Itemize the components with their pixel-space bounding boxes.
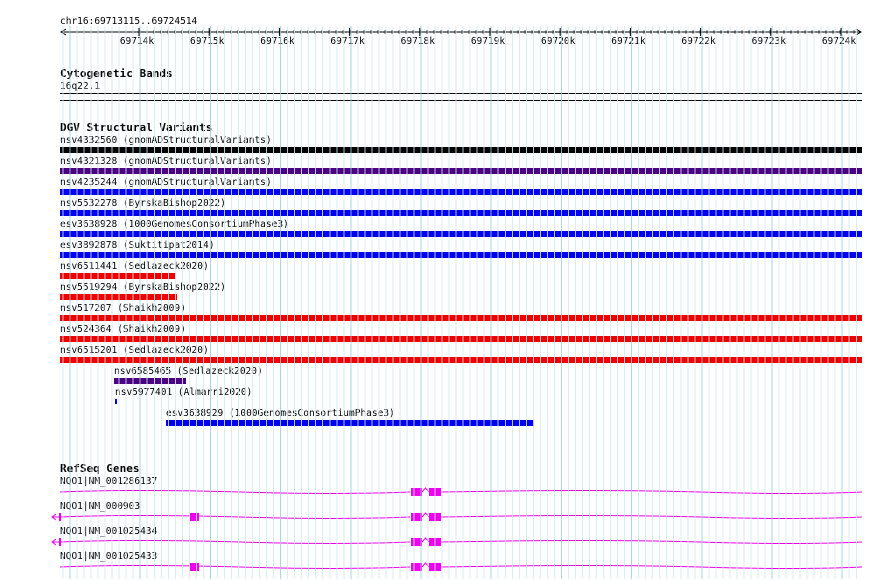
variant-feature[interactable]: [60, 168, 862, 174]
variant-feature[interactable]: [115, 399, 117, 404]
ruler-tick-label: 69722k: [681, 36, 716, 47]
variant-label: nsv4321328 (gnomADStructuralVariants): [60, 156, 272, 167]
dgv-track-title: DGV Structural Variants: [60, 121, 213, 134]
variant-label: nsv4332560 (gnomADStructuralVariants): [60, 135, 272, 146]
variant-feature[interactable]: [60, 252, 862, 258]
genome-browser: chr16:69713115..69724514 69714k 69715k 697…: [0, 0, 890, 579]
variant-feature[interactable]: [114, 378, 186, 384]
variant-label: nsv5519294 (ByrskaBishop2022): [60, 282, 226, 293]
gene-feature[interactable]: [59, 487, 863, 496]
variant-label: nsv517207 (Shaikh2009): [60, 303, 186, 314]
cytoband-label: 16q22.1: [60, 81, 101, 92]
variant-feature[interactable]: [60, 273, 175, 279]
gene-feature[interactable]: [51, 512, 863, 521]
variant-label: nsv5977401 (Almarri2020): [115, 387, 253, 398]
variant-feature[interactable]: [60, 210, 862, 216]
variant-label: nsv6585465 (Sedlazeck2020): [114, 366, 263, 377]
variant-feature[interactable]: [166, 420, 534, 426]
variant-feature[interactable]: [60, 315, 862, 321]
variant-label: nsv6515201 (Sedlazeck2020): [60, 345, 209, 356]
ruler-tick-label: 69720k: [541, 36, 576, 47]
variant-label: nsv6511441 (Sedlazeck2020): [60, 261, 209, 272]
variant-label: nsv524364 (Shaikh2009): [60, 324, 186, 335]
gene-feature[interactable]: [51, 537, 863, 546]
coordinate-ruler[interactable]: 69714k 69715k 69716k 69717k 69718k 69719k 6972…: [0, 20, 890, 70]
ruler-tick-label: 69715k: [190, 36, 225, 47]
ruler-tick-label: 69717k: [330, 36, 365, 47]
ruler-tick-label: 69721k: [611, 36, 646, 47]
variant-feature[interactable]: [60, 294, 177, 300]
variant-feature[interactable]: [60, 147, 862, 153]
ruler-tick-label: 69724k: [822, 36, 857, 47]
ruler-tick-label: 69723k: [752, 36, 787, 47]
gene-feature[interactable]: [59, 562, 863, 571]
variant-label: esv3638928 (1000GenomesConsortiumPhase3): [60, 219, 289, 230]
ruler-tick-label: 69718k: [401, 36, 436, 47]
variant-label: esv3638929 (1000GenomesConsortiumPhase3): [166, 408, 395, 419]
ruler-tick-label: 69714k: [120, 36, 155, 47]
ruler-tick-label: 69719k: [471, 36, 506, 47]
cytobands-track-title: Cytogenetic Bands: [60, 67, 173, 80]
variant-feature[interactable]: [60, 189, 862, 195]
track-divider: [60, 100, 862, 101]
refseq-track: [51, 487, 863, 571]
variant-label: nsv5532278 (ByrskaBishop2022): [60, 198, 226, 209]
variant-label: esv3892878 (Suktitipat2014): [60, 240, 215, 251]
variant-feature[interactable]: [60, 357, 862, 363]
variant-feature[interactable]: [60, 336, 862, 342]
variant-label: nsv4235244 (gnomADStructuralVariants): [60, 177, 272, 188]
cytoband-line: [60, 93, 862, 94]
variant-feature[interactable]: [60, 231, 862, 237]
ruler-tick-label: 69716k: [260, 36, 295, 47]
